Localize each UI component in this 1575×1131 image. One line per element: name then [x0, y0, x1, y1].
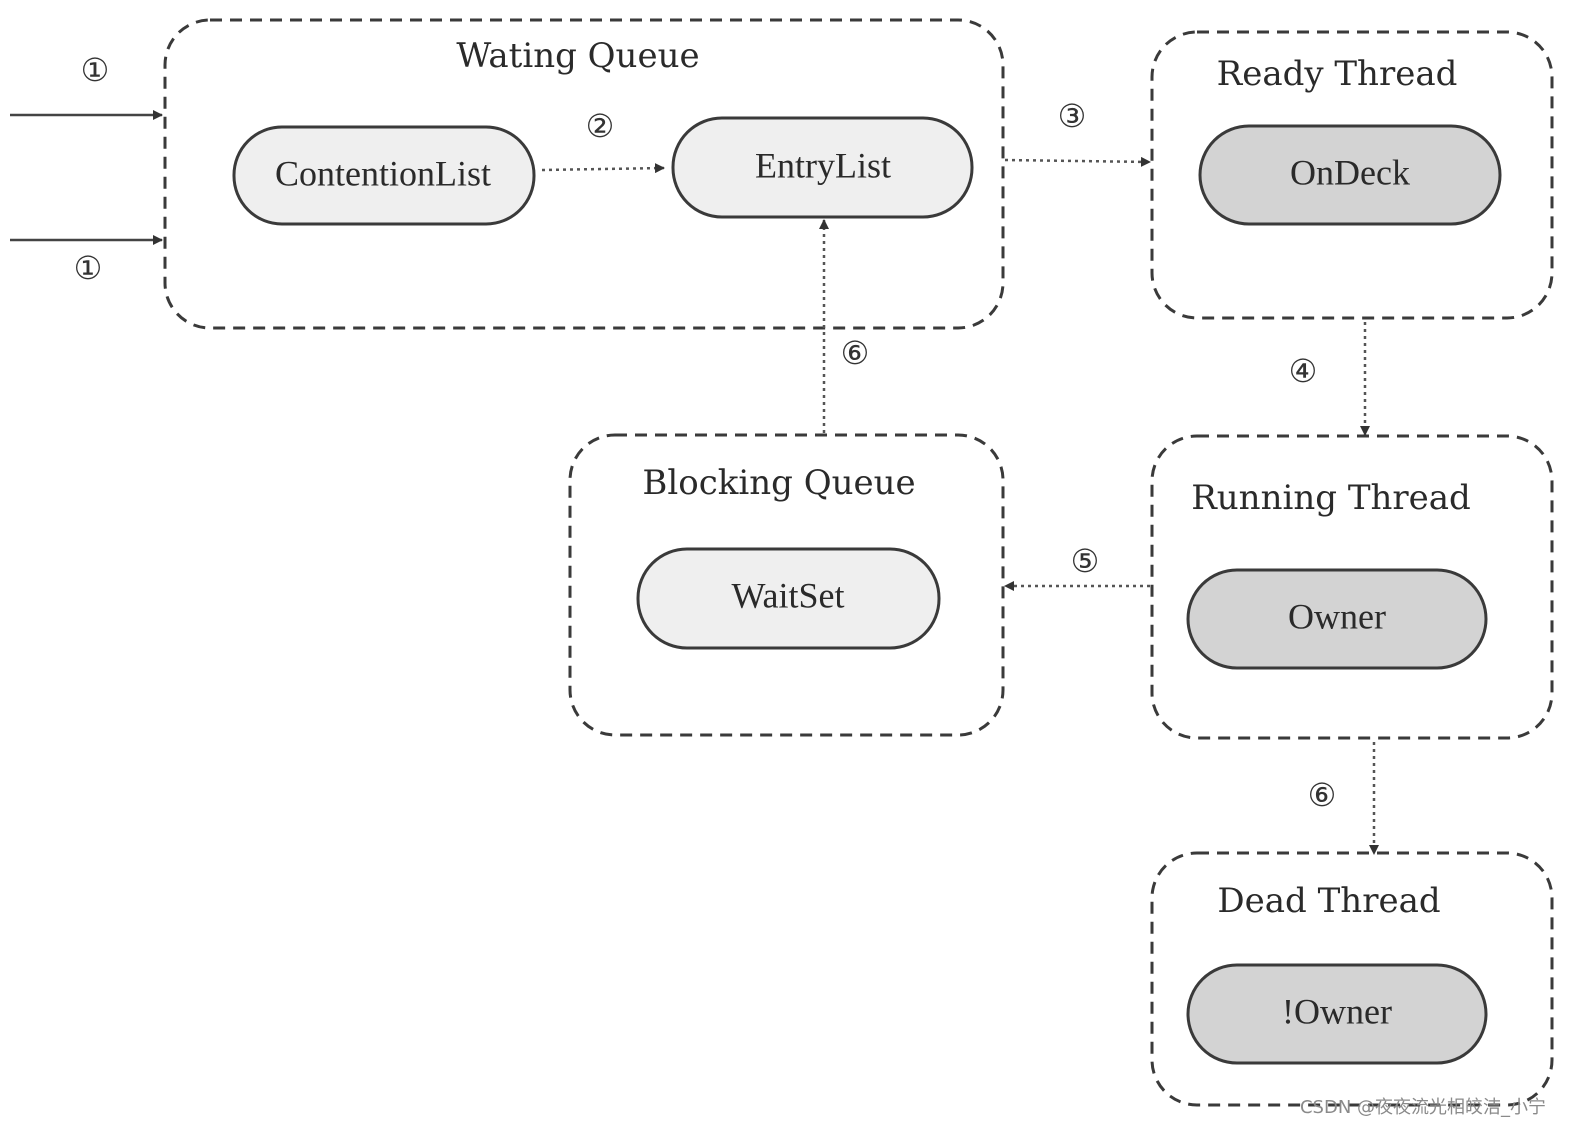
waiting-queue-group: Wating Queue ContentionList EntryList — [163, 18, 1005, 330]
running-thread-title: Running Thread — [1191, 478, 1471, 518]
step-3-label: ③ — [1058, 97, 1087, 135]
arrow-step-2 — [541, 163, 665, 174]
blocking-queue-title: Blocking Queue — [642, 463, 915, 503]
step-1-label-bottom: ① — [74, 249, 103, 287]
ready-thread-title: Ready Thread — [1217, 54, 1458, 94]
running-thread-group: Running Thread Owner — [1150, 434, 1554, 740]
owner-label: Owner — [1288, 596, 1386, 636]
ondeck-label: OnDeck — [1290, 152, 1410, 192]
step-5-label: ⑤ — [1071, 542, 1100, 580]
step-4-label: ④ — [1289, 352, 1318, 390]
step-1-label-top: ① — [81, 51, 110, 89]
waitset-label: WaitSet — [731, 575, 844, 615]
dead-thread-title: Dead Thread — [1217, 881, 1440, 921]
thread-state-diagram: Wating Queue ContentionList EntryList Re… — [10, 18, 1554, 1118]
step-2-label: ② — [586, 107, 615, 145]
not-owner-label: !Owner — [1282, 991, 1392, 1031]
entrylist-label: EntryList — [755, 145, 891, 185]
arrow-step-3 — [1004, 156, 1151, 167]
step-6-label-down: ⑥ — [1308, 776, 1337, 814]
contentionlist-label: ContentionList — [275, 153, 491, 193]
blocking-queue-group: Blocking Queue WaitSet — [568, 433, 1005, 737]
waiting-queue-title: Wating Queue — [456, 36, 699, 76]
ready-thread-group: Ready Thread OnDeck — [1150, 30, 1554, 320]
dead-thread-group: Dead Thread !Owner — [1150, 851, 1554, 1107]
watermark: CSDN @夜夜流光相皎洁_小宁 — [1300, 1097, 1546, 1118]
step-6-label-up: ⑥ — [841, 334, 870, 372]
